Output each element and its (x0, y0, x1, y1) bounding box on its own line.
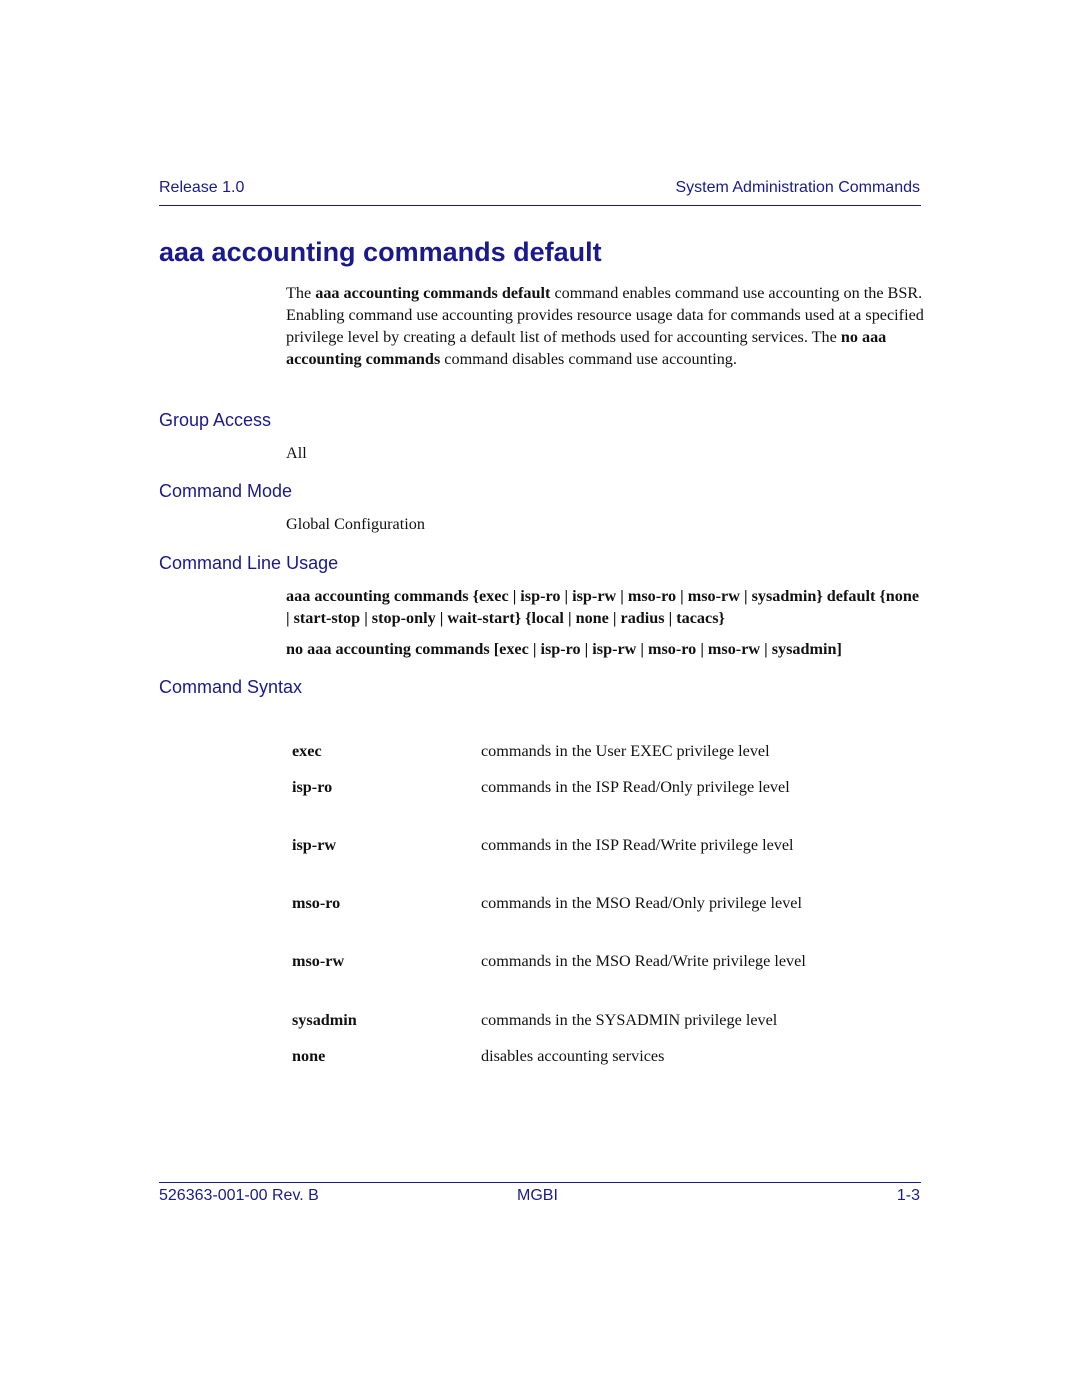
usage-syntax-line: aaa accounting commands {exec | isp-ro |… (286, 587, 920, 627)
syntax-term: mso-rw (292, 952, 345, 970)
syntax-description: commands in the SYSADMIN privilege level (481, 1011, 778, 1029)
syntax-term: isp-ro (292, 778, 333, 796)
section-heading-command-syntax: Command Syntax (159, 677, 303, 697)
footer-product: MGBI (517, 1187, 558, 1204)
usage-no-syntax-line: no aaa accounting commands [exec | isp-r… (286, 640, 842, 658)
syntax-description: commands in the ISP Read/Write privilege… (481, 836, 794, 854)
header-rule (159, 205, 921, 206)
syntax-description: commands in the MSO Read/Only privilege … (481, 894, 802, 912)
syntax-term: isp-rw (292, 836, 337, 854)
group-access-value: All (286, 444, 307, 462)
description-paragraph: The aaa accounting commands default comm… (286, 282, 926, 370)
desc-command-name: aaa accounting commands default (315, 284, 551, 302)
section-heading-command-mode: Command Mode (159, 481, 293, 501)
syntax-description: commands in the ISP Read/Only privilege … (481, 778, 790, 796)
syntax-description: disables accounting services (481, 1047, 665, 1065)
desc-text: The (286, 284, 316, 302)
syntax-term: none (292, 1047, 326, 1065)
page-title: aaa accounting commands default (159, 237, 602, 267)
syntax-term: mso-ro (292, 894, 341, 912)
syntax-description: commands in the MSO Read/Write privilege… (481, 952, 806, 970)
header-chapter-title: System Administration Commands (675, 179, 920, 196)
footer-rule (159, 1182, 921, 1183)
section-heading-group-access: Group Access (159, 410, 272, 430)
desc-text: command disables command use accounting. (440, 350, 737, 368)
header-release: Release 1.0 (159, 179, 245, 196)
syntax-term: sysadmin (292, 1011, 357, 1029)
syntax-term: exec (292, 742, 322, 760)
footer-page-number: 1-3 (896, 1187, 920, 1204)
syntax-description: commands in the User EXEC privilege leve… (481, 742, 770, 760)
footer-document-number: 526363-001-00 Rev. B (159, 1187, 319, 1204)
section-heading-command-line-usage: Command Line Usage (159, 553, 339, 573)
command-mode-value: Global Configuration (286, 515, 425, 533)
